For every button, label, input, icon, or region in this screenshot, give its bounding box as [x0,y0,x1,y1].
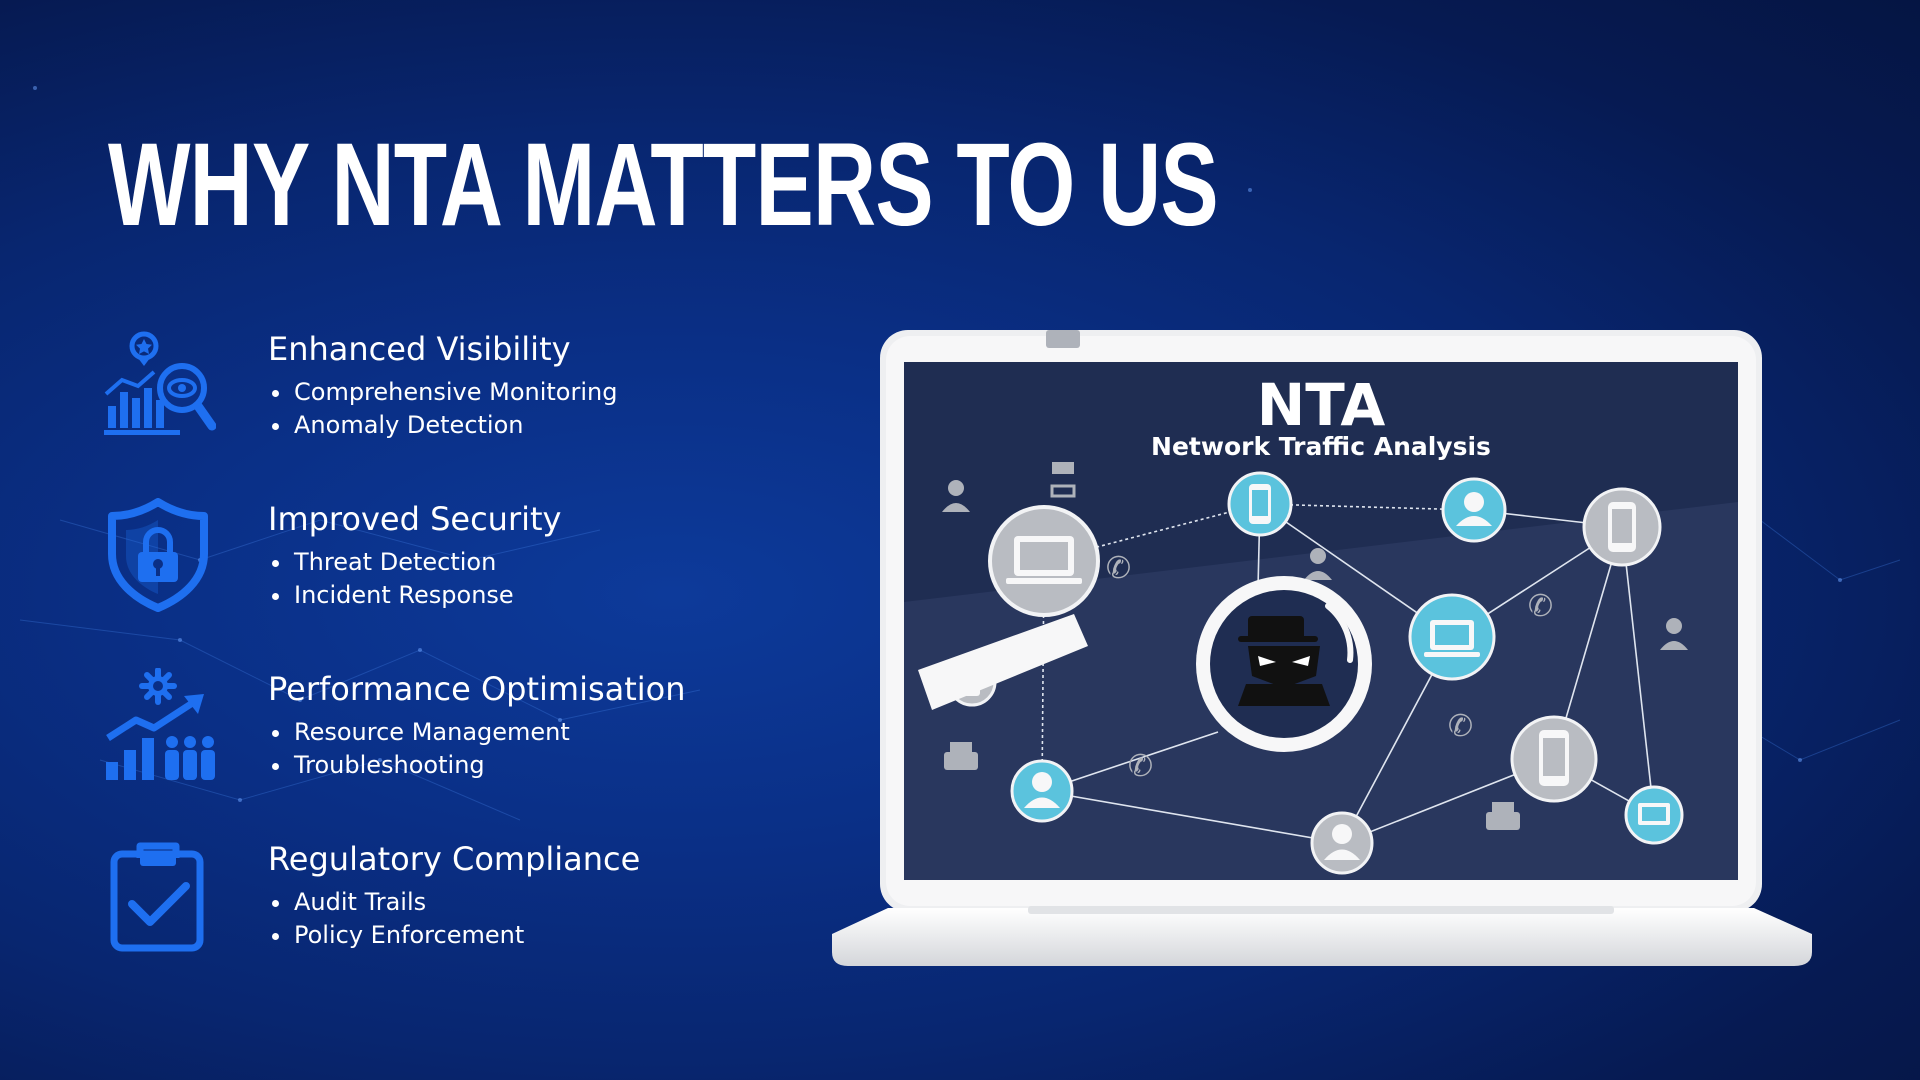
phone-node [1227,471,1293,537]
feature-list: Threat Detection Incident Response [268,546,514,612]
list-item: Comprehensive Monitoring [268,376,617,409]
feature-list: Comprehensive Monitoring Anomaly Detecti… [268,376,617,442]
user-node [1010,759,1074,823]
svg-text:✆: ✆ [1106,551,1131,586]
list-item: Troubleshooting [268,749,570,782]
feature-title: Enhanced Visibility [268,330,571,368]
shield-lock-icon [108,498,208,612]
feature-list: Audit Trails Policy Enforcement [268,886,524,952]
feature-performance-optimisation: Performance Optimisation Resource Manage… [100,668,740,808]
performance-growth-icon [106,668,215,780]
user-node [1310,811,1374,875]
feature-title: Improved Security [268,500,562,538]
feature-title: Regulatory Compliance [268,840,641,878]
svg-text:✆: ✆ [1128,749,1153,784]
list-item: Threat Detection [268,546,514,579]
laptop-node [1624,785,1684,845]
feature-list: Resource Management Troubleshooting [268,716,570,782]
laptop-node [1408,593,1496,681]
list-item: Audit Trails [268,886,524,919]
feature-title: Performance Optimisation [268,670,686,708]
feature-improved-security: Improved Security Threat Detection Incid… [100,498,740,638]
laptop-node [988,505,1100,617]
list-item: Anomaly Detection [268,409,617,442]
page-title: WHY NTA MATTERS TO US [108,119,1219,251]
screen-subheadline: Network Traffic Analysis [1151,432,1491,461]
feature-regulatory-compliance: Regulatory Compliance Audit Trails Polic… [100,838,740,978]
list-item: Policy Enforcement [268,919,524,952]
svg-text:✆: ✆ [1448,709,1473,744]
user-node [1441,477,1507,543]
laptop-illustration: ✆ ✆ ✆ ✆ NTA Network Traffic Analysis [832,330,1812,966]
svg-text:✆: ✆ [1528,589,1553,624]
list-item: Resource Management [268,716,570,749]
analytics-magnifier-icon [104,331,216,435]
feature-enhanced-visibility: Enhanced Visibility Comprehensive Monito… [100,328,740,468]
phone-node [1582,487,1662,567]
screen-headline: NTA [1257,371,1386,439]
phone-node [1510,715,1598,803]
list-item: Incident Response [268,579,514,612]
clipboard-check-icon [110,842,204,952]
